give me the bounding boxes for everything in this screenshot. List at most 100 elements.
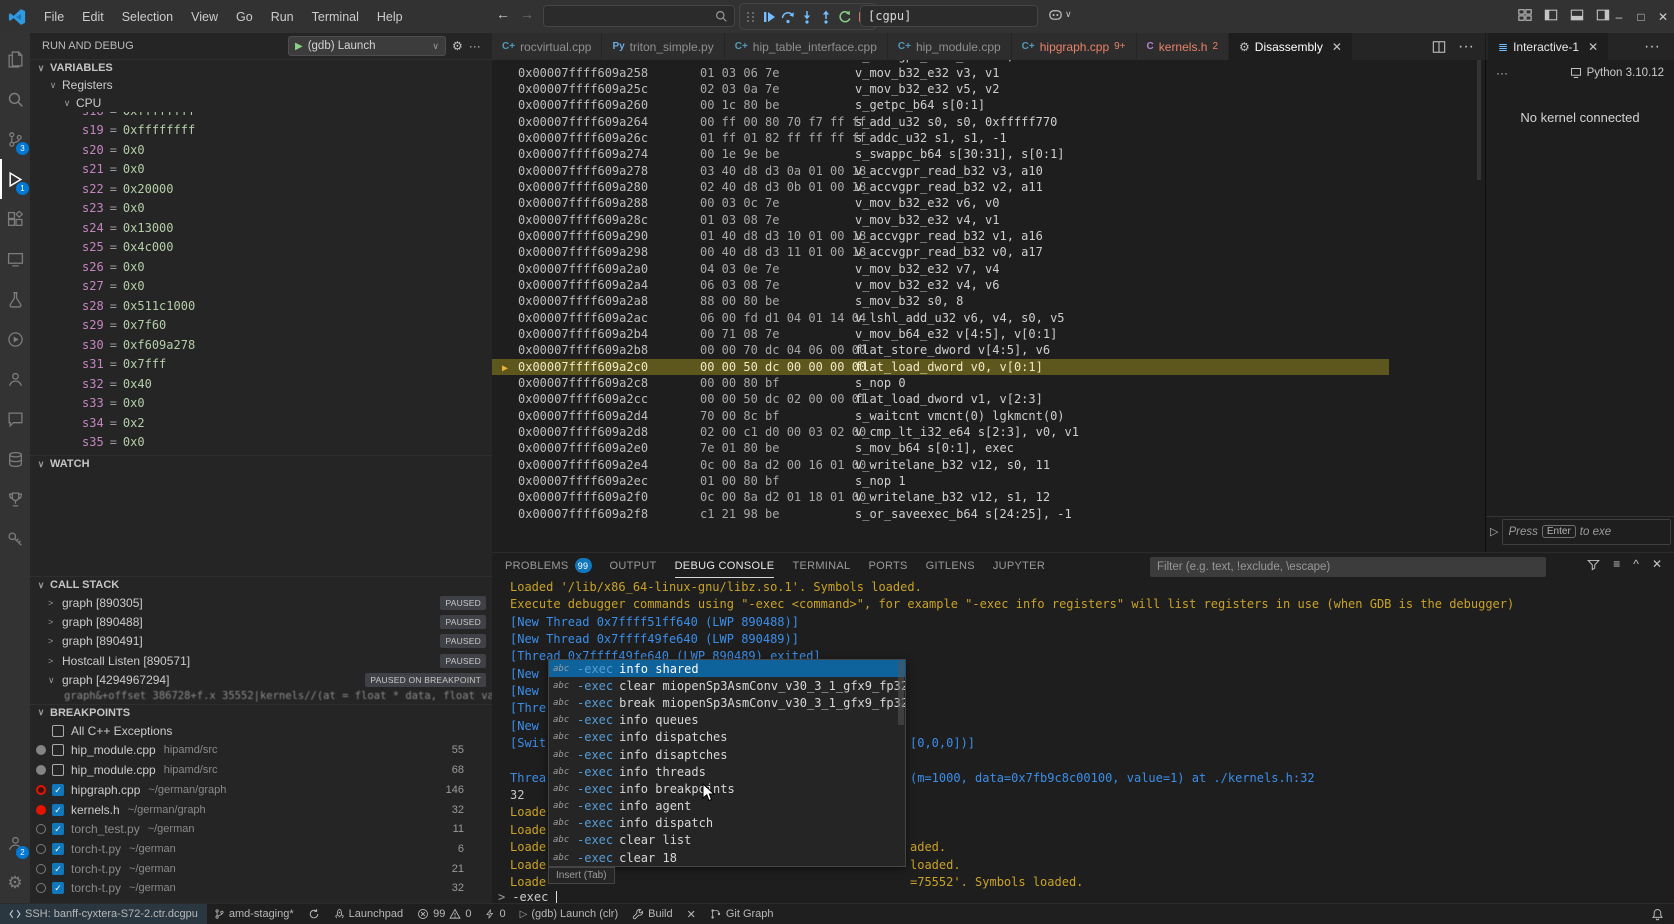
suggest-item[interactable]: abc -exec clear list (549, 832, 905, 849)
drag-grip-icon[interactable] (747, 12, 755, 22)
editor-tab[interactable]: hip_table_interface.cpp (725, 33, 888, 60)
breakpoint-checkbox[interactable] (52, 744, 64, 756)
menu-selection[interactable]: Selection (114, 7, 181, 27)
register-row[interactable]: s36 = 0x41300000 (30, 452, 492, 455)
breakpoint-row[interactable]: All C++ Exceptions (30, 721, 492, 741)
start-debug-icon[interactable]: ▶ (295, 41, 303, 52)
menu-help[interactable]: Help (369, 7, 411, 27)
disassembly-row[interactable]: 0x00007ffff609a2a8 88 00 80 be s_mov_b32… (492, 293, 1389, 309)
stack-frame[interactable]: graph&+offset 386728+f.x 35552|kernels//… (30, 690, 492, 704)
register-row[interactable]: s21 = 0x0 (30, 160, 492, 180)
menu-view[interactable]: View (183, 7, 226, 27)
register-row[interactable]: s27 = 0x0 (30, 277, 492, 297)
disassembly-row[interactable]: 0x00007ffff609a2a0 04 03 0e 7e v_mov_b32… (492, 260, 1389, 276)
build-item[interactable]: Build (625, 904, 679, 924)
register-row[interactable]: s26 = 0x0 (30, 257, 492, 277)
breakpoint-checkbox[interactable] (52, 863, 64, 875)
panel-tab[interactable]: JUPYTER (993, 553, 1045, 578)
launchpad-item[interactable]: Launchpad (327, 904, 410, 924)
copilot-button[interactable]: ∨ (1048, 7, 1072, 22)
database-icon[interactable] (0, 439, 30, 479)
register-row[interactable]: s31 = 0x7fff (30, 355, 492, 375)
suggest-item[interactable]: abc -exec clear 18 (549, 849, 905, 866)
output-actions-icon[interactable]: ≡ (1613, 557, 1620, 571)
chat-icon[interactable] (0, 399, 30, 439)
disassembly-row[interactable]: 0x00007ffff609a2d4 70 00 8c bf s_waitcnt… (492, 408, 1389, 424)
disassembly-row[interactable]: 0x00007ffff609a2ec 01 00 80 bf s_nop 1 (492, 473, 1389, 489)
tab-close-icon[interactable]: ✕ (1588, 40, 1598, 54)
call-stack-thread[interactable]: > graph [890305] PAUSED (30, 593, 492, 612)
split-editor-icon[interactable] (1432, 40, 1446, 54)
nav-back-icon[interactable]: ← (496, 6, 510, 22)
panel-tab[interactable]: TERMINAL (792, 553, 850, 578)
suggest-item[interactable]: abc -exec info threads (549, 763, 905, 780)
kernel-picker[interactable]: Python 3.10.12 (1570, 67, 1664, 79)
panel-tab[interactable]: DEBUG CONSOLE (675, 553, 775, 578)
disassembly-row[interactable]: 0x00007ffff609a2d8 02 00 c1 d0 00 03 02 … (492, 424, 1389, 440)
person-icon[interactable] (0, 359, 30, 399)
suggest-item[interactable]: abc -exec info agent (549, 798, 905, 815)
register-row[interactable]: s23 = 0x0 (30, 199, 492, 219)
sidebar-more-actions-icon[interactable]: ··· (469, 39, 481, 53)
editor-tab[interactable]: hip_module.cpp (888, 33, 1012, 60)
register-row[interactable]: s20 = 0x0 (30, 140, 492, 160)
disassembly-row[interactable]: 0x00007ffff609a280 02 40 d8 d3 0b 01 00 … (492, 179, 1389, 195)
filter-icon[interactable] (1587, 558, 1600, 571)
register-row[interactable]: s28 = 0x511c1000 (30, 296, 492, 316)
editor-tab[interactable]: kernels.h 2 (1137, 33, 1230, 60)
step-over-icon[interactable] (780, 9, 796, 25)
disassembly-row[interactable]: 0x00007ffff609a2f0 0c 00 8a d2 01 18 01 … (492, 489, 1389, 505)
register-row[interactable]: s22 = 0x20000 (30, 179, 492, 199)
interactive-more-icon[interactable]: ··· (1496, 66, 1508, 80)
search-icon[interactable] (0, 79, 30, 119)
disassembly-row[interactable]: 0x00007ffff609a290 01 40 d8 d3 10 01 00 … (492, 228, 1389, 244)
register-row[interactable]: s32 = 0x40 (30, 374, 492, 394)
breakpoints-section-header[interactable]: ∨BREAKPOINTS (30, 704, 492, 721)
close-button[interactable]: ✕ (1652, 10, 1674, 24)
breakpoint-row[interactable]: hipgraph.cpp ~/german/graph 146 (30, 780, 492, 800)
breakpoint-checkbox[interactable] (52, 823, 64, 835)
nav-forward-icon[interactable]: → (520, 6, 534, 22)
suggest-item[interactable]: abc -exec break miopenSp3AsmConv_v30_3_1… (549, 694, 905, 711)
step-into-icon[interactable] (799, 9, 815, 25)
git-branch-item[interactable]: amd-staging* (207, 904, 301, 924)
source-control-icon[interactable]: 3 (0, 119, 30, 159)
disassembly-row[interactable]: 0x00007ffff609a2b4 00 71 08 7e v_mov_b64… (492, 326, 1389, 342)
breakpoint-row[interactable]: torch-t.py ~/german 32 (30, 878, 492, 898)
panel-tab[interactable]: PORTS (868, 553, 907, 578)
breakpoint-row[interactable]: torch-t.py ~/german 21 (30, 859, 492, 879)
disassembly-row[interactable]: 0x00007ffff609a25c 02 03 0a 7e v_mov_b32… (492, 81, 1389, 97)
breakpoint-checkbox[interactable] (52, 784, 64, 796)
close-status-item[interactable]: ✕ (680, 904, 703, 924)
disassembly-row[interactable]: 0x00007ffff609a278 03 40 d8 d3 0a 01 00 … (492, 162, 1389, 178)
editor-tab[interactable]: triton_simple.py (602, 33, 724, 60)
editor-tab[interactable]: hipgraph.cpp 9+ (1012, 33, 1137, 60)
disassembly-row[interactable]: 0x00007ffff609a2c0 00 00 50 dc 00 00 00 … (492, 359, 1389, 375)
call-stack-thread[interactable]: > Hostcall Listen [890571] PAUSED (30, 651, 492, 670)
disassembly-row[interactable]: 0x00007ffff609a28c 01 03 08 7e v_mov_b32… (492, 211, 1389, 227)
panel-tab[interactable]: PROBLEMS 99 (505, 553, 592, 578)
suggest-item[interactable]: abc -exec info dispatches (549, 729, 905, 746)
watch-section-header[interactable]: ∨WATCH (30, 455, 492, 472)
accounts-icon[interactable]: 2 (0, 823, 30, 863)
breakpoint-row[interactable]: torch-t.py ~/german 6 (30, 839, 492, 859)
bolt-counter-item[interactable]: 0 (478, 904, 512, 924)
call-stack-section-header[interactable]: ∨CALL STACK (30, 576, 492, 593)
panel-tab[interactable]: OUTPUT (610, 553, 657, 578)
cpu-node[interactable]: ∨CPU (30, 94, 492, 112)
menu-run[interactable]: Run (263, 7, 302, 27)
suggest-item[interactable]: abc -exec info disaptches (549, 746, 905, 763)
breakpoint-row[interactable]: torch_test.py ~/german 11 (30, 819, 492, 839)
interactive-input[interactable]: PressEnterto exe (1502, 519, 1671, 545)
tab-close-icon[interactable]: ✕ (1332, 40, 1342, 54)
panel-tab[interactable]: GITLENS (926, 553, 975, 578)
explorer-icon[interactable] (0, 39, 30, 79)
settings-gear-icon[interactable]: ⚙ (0, 863, 30, 903)
notifications-bell-icon[interactable] (1651, 908, 1664, 921)
disassembly-row[interactable]: 0x00007ffff609a264 00 ff 00 80 70 f7 ff … (492, 113, 1389, 129)
interactive-tab[interactable]: ≣ Interactive-1 ✕ (1488, 33, 1608, 60)
disassembly-row[interactable]: 0x00007ffff609a2cc 00 00 50 dc 02 00 00 … (492, 391, 1389, 407)
menu-terminal[interactable]: Terminal (304, 7, 367, 27)
key-icon[interactable] (0, 519, 30, 559)
editor-scrollbar[interactable] (1477, 60, 1481, 180)
